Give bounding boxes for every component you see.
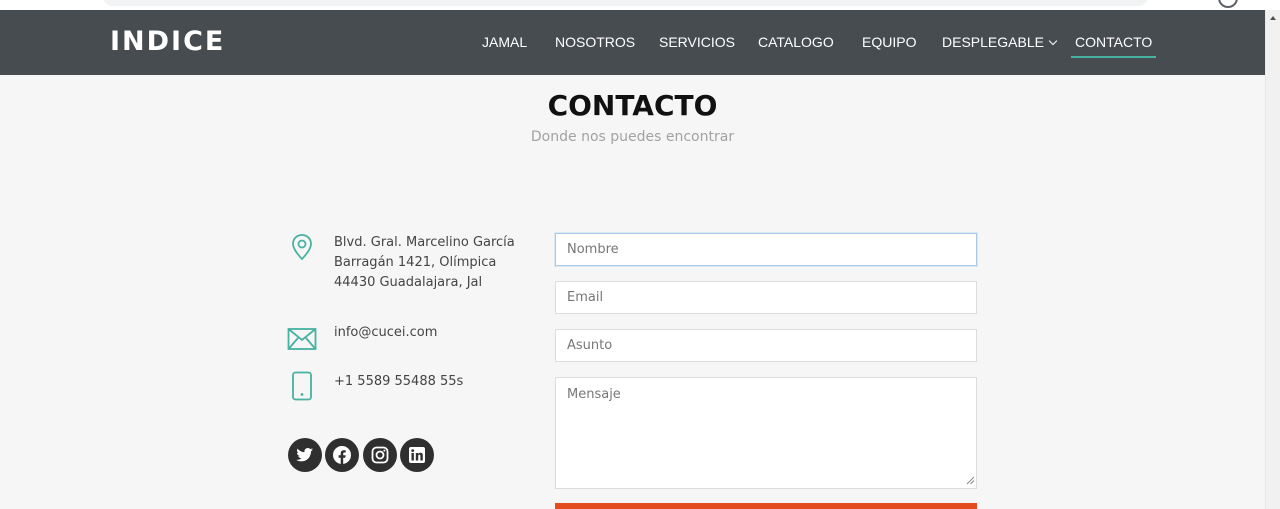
address-bar[interactable] <box>103 0 1148 6</box>
browser-chrome <box>0 0 1280 10</box>
envelope-icon <box>287 324 317 354</box>
submit-button[interactable] <box>555 503 977 509</box>
address-text: Blvd. Gral. Marcelino García Barragán 14… <box>334 233 515 293</box>
nav-item-servicios[interactable]: SERVICIOS <box>659 34 735 50</box>
site-header: INDICE JAMAL NOSOTROS SERVICIOS CATALOGO… <box>0 10 1265 75</box>
facebook-icon[interactable] <box>325 438 359 472</box>
twitter-icon[interactable] <box>288 438 322 472</box>
name-field[interactable] <box>555 233 977 266</box>
nav-item-catalogo[interactable]: CATALOGO <box>758 34 834 50</box>
email-field[interactable] <box>555 281 977 314</box>
section-subtitle: Donde nos puedes encontrar <box>530 129 735 145</box>
phone-text[interactable]: +1 5589 55488 55s <box>334 372 463 392</box>
nav-item-nosotros[interactable]: NOSOTROS <box>555 34 635 50</box>
contact-section: CONTACTO Donde nos puedes encontrar Blvd… <box>0 75 1265 509</box>
profile-icon[interactable] <box>1218 0 1238 8</box>
instagram-icon[interactable] <box>363 438 397 472</box>
nav-item-contacto[interactable]: CONTACTO <box>1070 34 1157 58</box>
phone-icon <box>287 371 317 401</box>
nav-item-jamal[interactable]: JAMAL <box>482 34 527 50</box>
address-line: Blvd. Gral. Marcelino García <box>334 235 515 250</box>
section-title: CONTACTO <box>547 89 718 122</box>
subject-field[interactable] <box>555 329 977 362</box>
site-logo[interactable]: INDICE <box>110 26 225 57</box>
nav-item-desplegable[interactable]: DESPLEGABLE <box>942 34 1058 50</box>
nav-item-desplegable-label: DESPLEGABLE <box>942 34 1044 50</box>
message-field[interactable] <box>555 377 977 489</box>
resize-grip-icon[interactable] <box>966 476 975 485</box>
email-text[interactable]: info@cucei.com <box>334 323 437 343</box>
address-line: 44430 Guadalajara, Jal <box>334 275 483 290</box>
nav-item-equipo[interactable]: EQUIPO <box>862 34 916 50</box>
chevron-down-icon <box>1048 36 1058 46</box>
address-line: Barragán 1421, Olímpica <box>334 255 497 270</box>
scrollbar[interactable] <box>1265 10 1280 509</box>
map-pin-icon <box>287 232 317 262</box>
linkedin-icon[interactable] <box>400 438 434 472</box>
scroll-up-arrow-icon[interactable] <box>1270 16 1276 20</box>
